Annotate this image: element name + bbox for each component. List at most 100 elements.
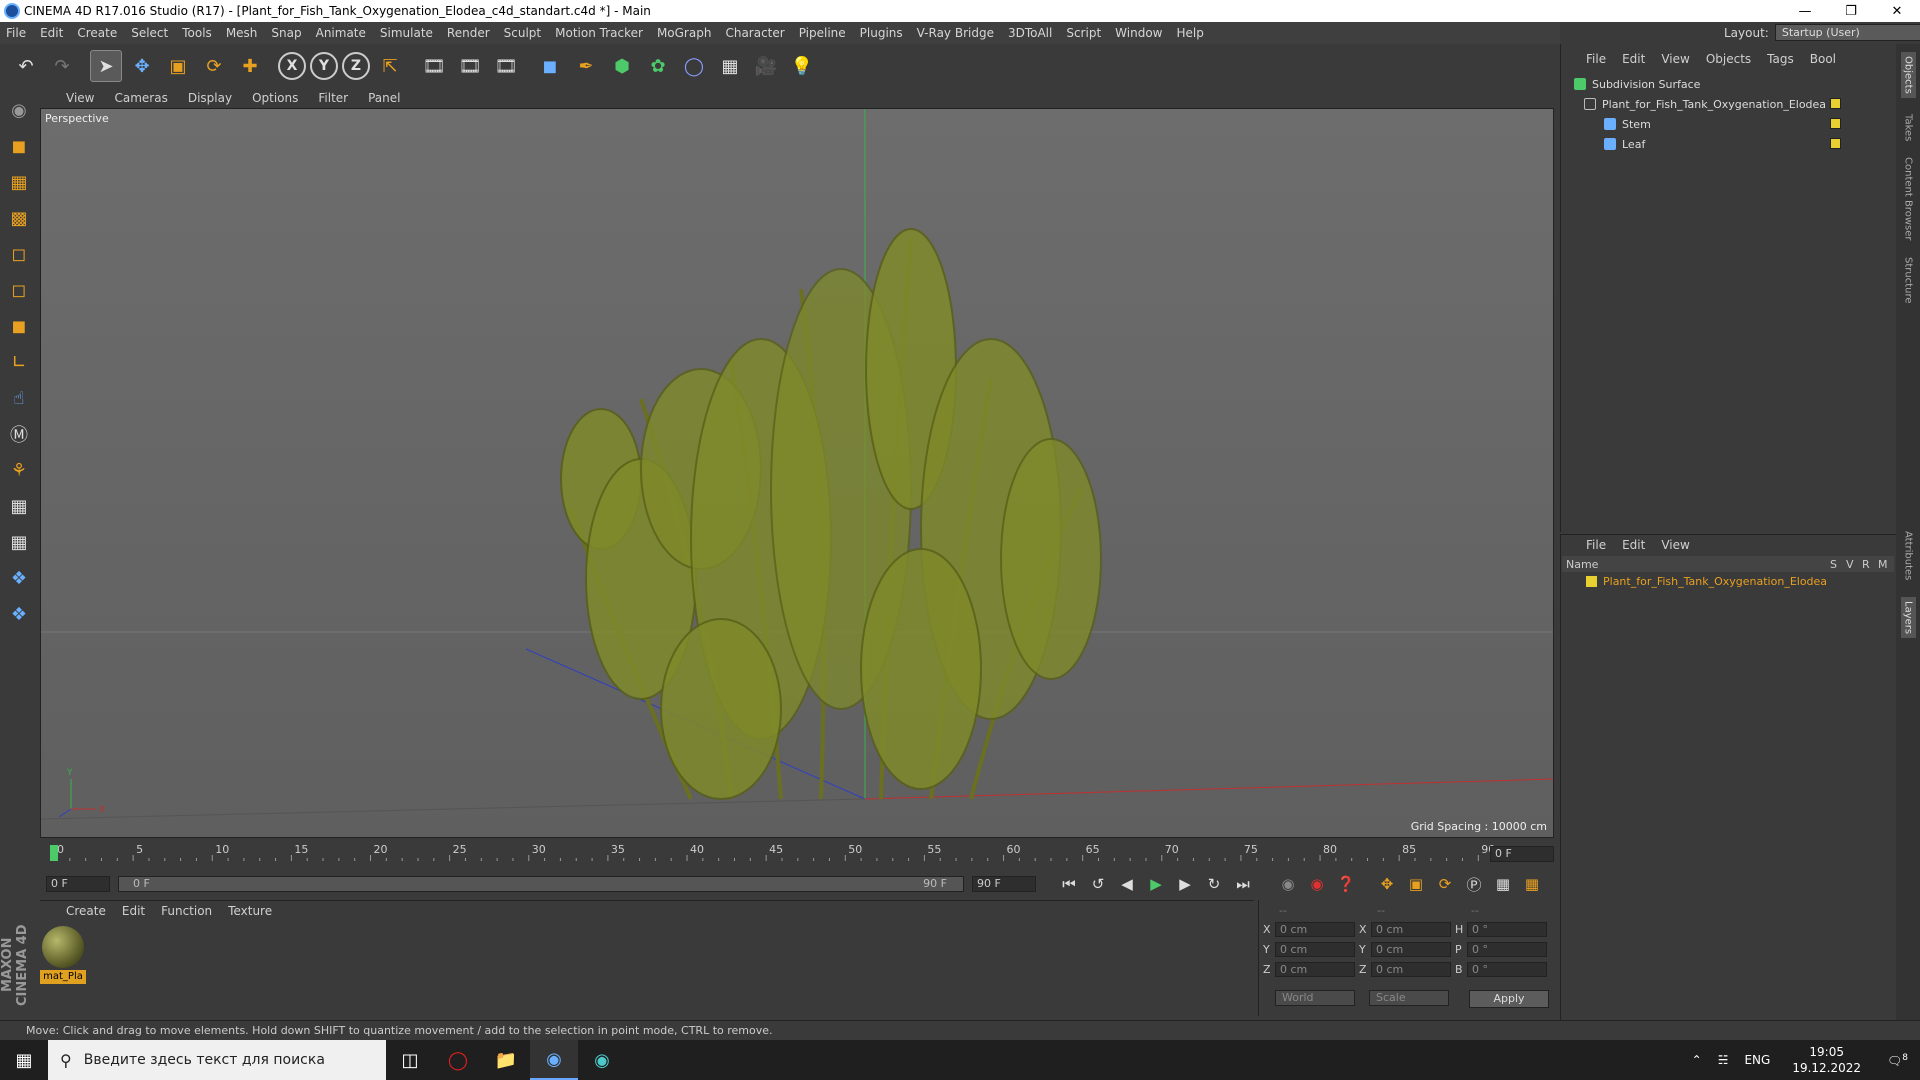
keyframe-selection-icon[interactable]: ❓ [1333, 871, 1359, 897]
layer-row-plant[interactable]: Plant_for_Fish_Tank_Oxygenation_Elodea [1562, 572, 1894, 590]
render-view-icon[interactable]: 🎞 [418, 50, 450, 82]
side-tab-takes[interactable]: Takes [1903, 114, 1914, 141]
go-to-next-key-icon[interactable]: ↻ [1201, 871, 1227, 897]
taskbar-search-box[interactable]: ⚲ Введите здесь текст для поиска [48, 1040, 386, 1080]
menu-create[interactable]: Create [77, 26, 117, 40]
menu-simulate[interactable]: Simulate [380, 26, 433, 40]
render-picture-viewer-icon[interactable]: 🎞 [454, 50, 486, 82]
menu-select[interactable]: Select [131, 26, 168, 40]
move-icon[interactable]: ✥ [126, 50, 158, 82]
snap-icon[interactable]: Ⓜ [3, 418, 35, 450]
rotation-b-field[interactable]: 0 ° [1467, 962, 1547, 977]
opera-icon[interactable]: ◯ [434, 1040, 482, 1080]
deformer-icon[interactable]: ◯ [678, 50, 710, 82]
layer-menu-file[interactable]: File [1586, 538, 1606, 552]
windows-start-icon[interactable]: ▦ [0, 1040, 48, 1080]
material-name-label[interactable]: mat_Pla [40, 970, 86, 984]
layer-color-swatch[interactable] [1830, 138, 1841, 149]
workplane-mode-icon[interactable]: ▩ [3, 202, 35, 234]
viewport-menu-display[interactable]: Display [188, 91, 232, 105]
go-to-end-icon[interactable]: ⏭ [1230, 871, 1256, 897]
playhead[interactable] [50, 845, 58, 861]
python-icon[interactable]: ❖ [3, 562, 35, 594]
key-scale-icon[interactable]: ▣ [1403, 871, 1429, 897]
side-tab-structure[interactable]: Structure [1903, 257, 1914, 304]
menu-pipeline[interactable]: Pipeline [799, 26, 846, 40]
go-to-previous-key-icon[interactable]: ↺ [1085, 871, 1111, 897]
menu-mesh[interactable]: Mesh [226, 26, 258, 40]
language-indicator[interactable]: ENG [1744, 1053, 1770, 1067]
material-menu-create[interactable]: Create [66, 904, 106, 918]
menu-vray-bridge[interactable]: V-Ray Bridge [917, 26, 994, 40]
tray-chevron-icon[interactable]: ⌃ [1692, 1053, 1702, 1067]
notifications-icon[interactable]: 🗨8 [1887, 1053, 1908, 1068]
viewport-menu-cameras[interactable]: Cameras [114, 91, 167, 105]
z-axis-lock-icon[interactable]: Z [342, 52, 370, 80]
x-axis-lock-icon[interactable]: X [278, 52, 306, 80]
material-menu-function[interactable]: Function [161, 904, 212, 918]
autokeying-icon[interactable]: ◉ [1304, 871, 1330, 897]
undo-icon[interactable]: ↶ [10, 50, 42, 82]
layer-color-swatch[interactable] [1830, 98, 1841, 109]
side-tab-content-browser[interactable]: Content Browser [1903, 157, 1914, 240]
last-tool-icon[interactable]: ✚ [234, 50, 266, 82]
menu-edit[interactable]: Edit [40, 26, 63, 40]
size-x-field[interactable]: 0 cm [1371, 922, 1451, 937]
make-editable-icon[interactable]: ◉ [3, 94, 35, 126]
menu-character[interactable]: Character [725, 26, 784, 40]
menu-render[interactable]: Render [447, 26, 490, 40]
light-icon[interactable]: 💡 [786, 50, 818, 82]
model-mode-icon[interactable]: ◼ [3, 130, 35, 162]
workplane-icon[interactable]: ▦ [3, 490, 35, 522]
network-icon[interactable]: ☵ [1718, 1053, 1729, 1067]
menu-3dtoall[interactable]: 3DToAll [1008, 26, 1052, 40]
coordinate-space-dropdown[interactable]: World [1275, 990, 1355, 1006]
position-y-field[interactable]: 0 cm [1275, 942, 1355, 957]
layer-menu-edit[interactable]: Edit [1622, 538, 1645, 552]
apply-button[interactable]: Apply [1469, 990, 1549, 1008]
clock[interactable]: 19:05 19.12.2022 [1792, 1044, 1861, 1076]
viewport-menu-panel[interactable]: Panel [368, 91, 400, 105]
material-preview-swatch[interactable] [42, 926, 84, 968]
y-axis-lock-icon[interactable]: Y [310, 52, 338, 80]
layer-menu-view[interactable]: View [1661, 538, 1689, 552]
previous-frame-icon[interactable]: ◀ [1114, 871, 1140, 897]
locked-workplane-icon[interactable]: ▦ [3, 526, 35, 558]
material-menu-texture[interactable]: Texture [228, 904, 272, 918]
object-row-plant[interactable]: Plant_for_Fish_Tank_Oxygenation_Elodea [1562, 94, 1896, 114]
camera-icon[interactable]: 🎥 [750, 50, 782, 82]
menu-mograph[interactable]: MoGraph [657, 26, 712, 40]
menu-plugins[interactable]: Plugins [860, 26, 903, 40]
3d-viewport[interactable]: Y X Perspective Grid Spacing : 10000 cm [40, 108, 1554, 838]
pen-spline-icon[interactable]: ✒ [570, 50, 602, 82]
viewport-menu-view[interactable]: View [66, 91, 94, 105]
timeline-window-icon[interactable]: ▦ [1519, 871, 1545, 897]
menu-sculpt[interactable]: Sculpt [504, 26, 541, 40]
rotate-icon[interactable]: ⟳ [198, 50, 230, 82]
key-pla-icon[interactable]: ▦ [1490, 871, 1516, 897]
menu-file[interactable]: File [6, 26, 26, 40]
menu-snap[interactable]: Snap [271, 26, 301, 40]
object-menu-bool[interactable]: Bool [1810, 52, 1836, 66]
rotation-p-field[interactable]: 0 ° [1467, 942, 1547, 957]
material-menu-edit[interactable]: Edit [122, 904, 145, 918]
close-icon[interactable]: ✕ [1874, 0, 1920, 22]
next-frame-icon[interactable]: ▶ [1172, 871, 1198, 897]
cube-icon[interactable]: ◼ [534, 50, 566, 82]
go-to-start-icon[interactable]: ⏮ [1056, 871, 1082, 897]
restore-icon[interactable]: ❐ [1828, 0, 1874, 22]
app-taskbar-icon[interactable]: ◉ [578, 1040, 626, 1080]
coordinate-system-icon[interactable]: ⇱ [374, 50, 406, 82]
record-keys-icon[interactable]: ◉ [1275, 871, 1301, 897]
size-y-field[interactable]: 0 cm [1371, 942, 1451, 957]
side-tab-layers[interactable]: Layers [1900, 596, 1916, 638]
key-rotation-icon[interactable]: ⟳ [1432, 871, 1458, 897]
menu-motion-tracker[interactable]: Motion Tracker [555, 26, 643, 40]
position-x-field[interactable]: 0 cm [1275, 922, 1355, 937]
viewport-menu-options[interactable]: Options [252, 91, 298, 105]
layer-color-swatch[interactable] [1830, 118, 1841, 129]
end-frame-field[interactable]: 90 F [972, 876, 1036, 892]
edit-render-settings-icon[interactable]: 🎞 [490, 50, 522, 82]
axis-mode-icon[interactable]: ∟ [3, 346, 35, 378]
subdivision-surface-icon[interactable]: ⬢ [606, 50, 638, 82]
